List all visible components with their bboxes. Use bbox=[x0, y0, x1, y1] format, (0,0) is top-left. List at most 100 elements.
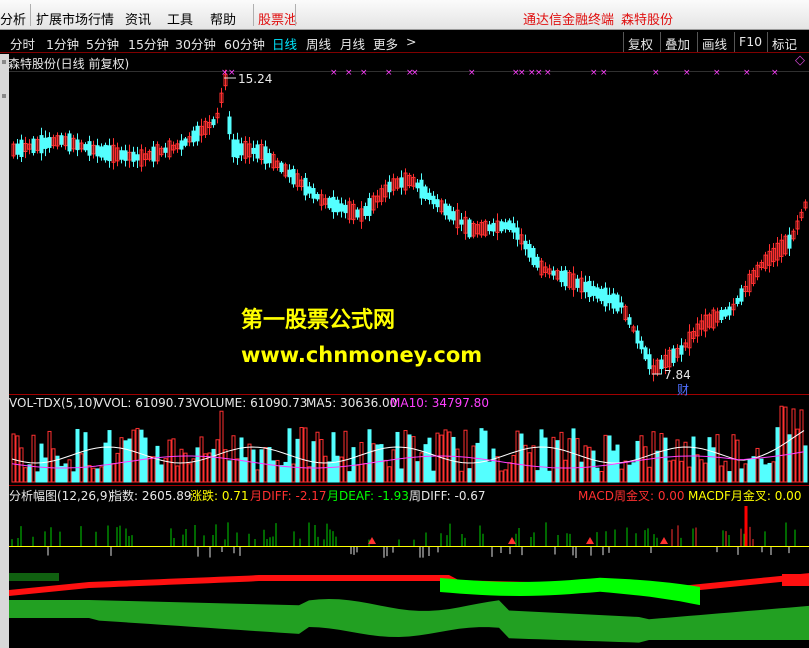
candlestick-body bbox=[103, 144, 108, 161]
volume-bar bbox=[223, 449, 228, 483]
volume-bar bbox=[255, 469, 260, 483]
candlestick-body bbox=[491, 222, 496, 232]
volume-bar bbox=[779, 405, 784, 483]
volume-bar bbox=[599, 470, 604, 483]
candlestick-body bbox=[47, 137, 52, 148]
volume-bar bbox=[31, 434, 36, 483]
candlestick-body bbox=[227, 116, 232, 135]
volume-bar bbox=[555, 440, 560, 483]
candlestick-body bbox=[431, 195, 436, 205]
volume-bar bbox=[131, 429, 136, 483]
volume-bar bbox=[383, 459, 388, 483]
volume-bar bbox=[67, 459, 72, 483]
volume-bar bbox=[523, 444, 528, 483]
volume-bar bbox=[167, 439, 172, 483]
volume-bar bbox=[143, 437, 148, 483]
candlestick-body bbox=[251, 147, 256, 154]
volume-bar bbox=[663, 437, 668, 483]
candlestick-body bbox=[659, 359, 664, 370]
volume-bar bbox=[159, 464, 164, 483]
volume-bar bbox=[215, 439, 220, 483]
volume-bar bbox=[247, 443, 252, 483]
volume-bar bbox=[147, 456, 152, 483]
volume-bar bbox=[651, 431, 656, 483]
candlestick-body bbox=[487, 224, 492, 232]
dark-green-band bbox=[9, 573, 59, 581]
volume-bar bbox=[459, 470, 464, 483]
candlestick-body bbox=[279, 162, 284, 173]
volume-bar bbox=[75, 428, 80, 483]
volume-bar bbox=[179, 448, 184, 483]
candlestick-body bbox=[427, 192, 432, 200]
signal-x-icon: × bbox=[771, 68, 779, 78]
volume-bar bbox=[299, 427, 304, 483]
volume-bar bbox=[595, 467, 600, 483]
volume-bar bbox=[643, 446, 648, 483]
candlestick-body bbox=[119, 150, 124, 160]
ma10-value: MA10: 34797.80 bbox=[390, 396, 489, 410]
volume-bar bbox=[431, 470, 436, 483]
volume-bar bbox=[571, 428, 576, 483]
volume-bar bbox=[63, 463, 68, 483]
volume-bar bbox=[27, 464, 32, 483]
candlestick-body bbox=[419, 179, 424, 199]
volume-bar bbox=[391, 449, 396, 483]
volume-bar bbox=[363, 463, 368, 483]
volume-bar bbox=[183, 452, 188, 483]
candlestick-body bbox=[587, 280, 592, 298]
red-band-end bbox=[782, 574, 809, 586]
volume-bar bbox=[11, 433, 16, 483]
candlestick-body bbox=[503, 222, 508, 230]
signal-x-icon: × bbox=[713, 68, 721, 78]
volume-bar bbox=[695, 454, 700, 483]
candlestick-body bbox=[735, 298, 740, 304]
volume-bar bbox=[323, 455, 328, 483]
volume-bar bbox=[387, 466, 392, 483]
volume-bar bbox=[219, 410, 224, 483]
volume-bar bbox=[763, 464, 768, 483]
volume-bar bbox=[751, 456, 756, 483]
candlestick-body bbox=[451, 211, 456, 221]
candlestick-body bbox=[635, 330, 640, 344]
volume-bar bbox=[99, 466, 104, 483]
volume-bar bbox=[547, 470, 552, 483]
candlestick-body bbox=[563, 270, 568, 287]
volume-bar bbox=[367, 429, 372, 483]
candlestick-body bbox=[267, 153, 272, 164]
volume-bar bbox=[743, 463, 748, 483]
watermark-title: 第一股票公式网 bbox=[241, 308, 396, 333]
volume-bar bbox=[331, 432, 336, 483]
volume-bar bbox=[327, 461, 332, 483]
month-deaf-value: 月DEAF: -1.93 bbox=[327, 489, 409, 503]
candlestick-body bbox=[615, 294, 620, 312]
up-arrow-icon bbox=[586, 537, 594, 544]
main-chart-title: 森特股份(日线 前复权) bbox=[8, 57, 130, 71]
candlestick-body bbox=[507, 220, 512, 231]
volume-bar bbox=[551, 436, 556, 483]
candlestick-body bbox=[135, 154, 140, 161]
volume-bar bbox=[755, 447, 760, 483]
candlestick-body bbox=[307, 186, 312, 194]
candlestick-body bbox=[343, 204, 348, 214]
volume-bar bbox=[467, 468, 472, 483]
volume-bar bbox=[495, 456, 500, 483]
volume-bar bbox=[103, 442, 108, 483]
volume-bar bbox=[799, 409, 804, 483]
up-arrow-icon bbox=[660, 537, 668, 544]
volume-bar bbox=[15, 435, 20, 483]
volume-bar bbox=[283, 461, 288, 483]
volume-bar bbox=[359, 441, 364, 483]
volume-bar bbox=[703, 462, 708, 483]
candlestick-body bbox=[535, 256, 540, 268]
volume-bar bbox=[343, 430, 348, 483]
volume-bar bbox=[451, 436, 456, 483]
volume-bar bbox=[535, 470, 540, 483]
volume-bar bbox=[427, 437, 432, 483]
candlestick-body bbox=[43, 137, 48, 149]
volume-bar bbox=[775, 427, 780, 483]
signal-x-icon: × bbox=[228, 68, 236, 78]
volume-bar bbox=[711, 447, 716, 483]
volume-bar bbox=[783, 406, 788, 483]
volume-bar bbox=[515, 430, 520, 483]
candlestick-body bbox=[423, 186, 428, 200]
